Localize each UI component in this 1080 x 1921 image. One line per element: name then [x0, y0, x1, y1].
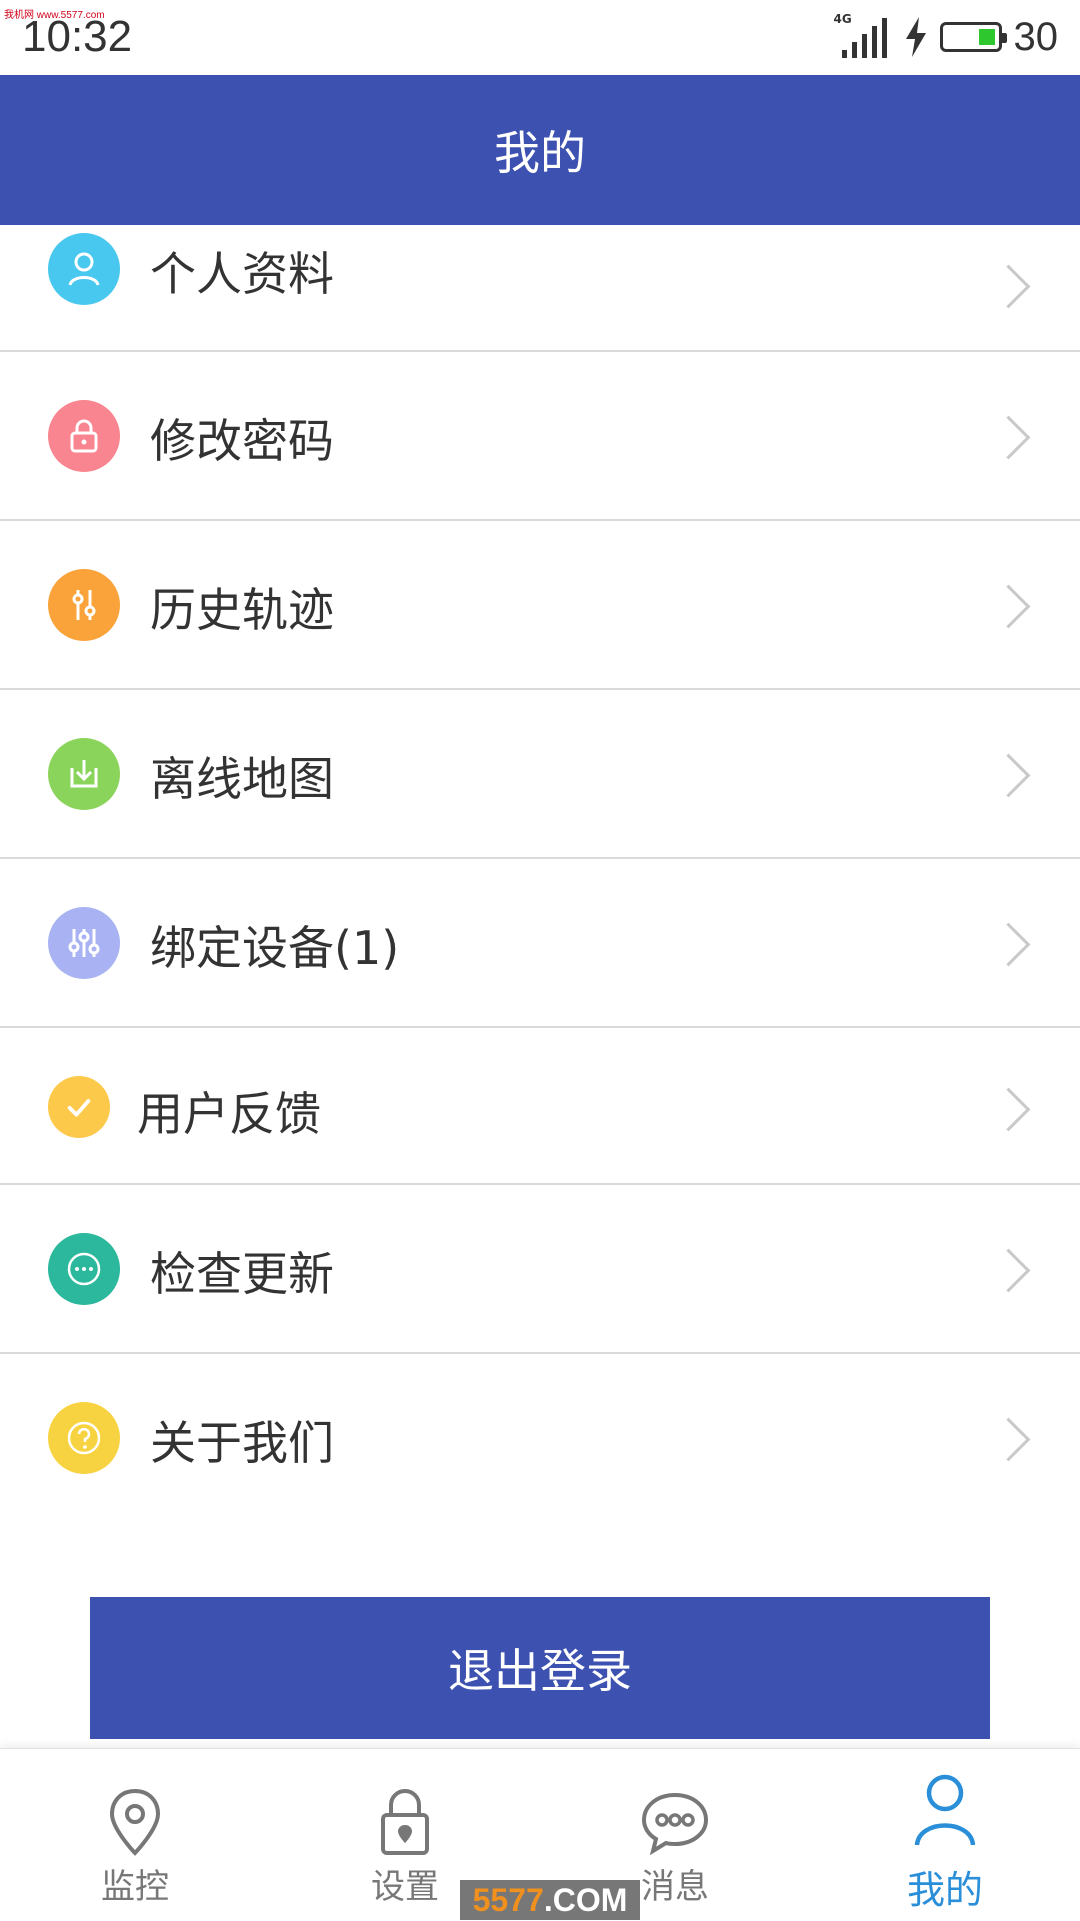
dots-circle-icon [48, 1233, 120, 1305]
chevron-right-icon [986, 1248, 1031, 1293]
network-type: 4G [833, 12, 852, 26]
chevron-right-icon [986, 922, 1031, 967]
menu-item-offline-map[interactable]: 离线地图 [0, 690, 1080, 859]
chat-bubble-icon [641, 1792, 709, 1856]
chevron-right-icon [986, 584, 1031, 629]
status-right: 4G 30 [834, 12, 1059, 60]
track-sliders-icon [48, 569, 120, 641]
tab-monitor[interactable]: 监控 [0, 1749, 270, 1921]
check-icon [48, 1076, 110, 1138]
menu-item-label: 绑定设备(1) [150, 921, 400, 975]
signal-icon: 4G [834, 12, 892, 58]
tab-mine[interactable]: 我的 [810, 1749, 1080, 1921]
menu-item-label: 离线地图 [150, 752, 334, 806]
logout-label: 退出登录 [448, 1644, 632, 1698]
chevron-right-icon [986, 753, 1031, 798]
tab-label: 我的 [906, 1868, 983, 1912]
app-header: 我的 [0, 75, 1080, 225]
status-bar: 我机网 www.5577.com 10:32 4G 30 [0, 0, 1080, 75]
battery-fill [978, 29, 995, 45]
question-icon [48, 1402, 120, 1474]
menu-item-label: 检查更新 [150, 1247, 334, 1301]
menu-item-about-us[interactable]: 关于我们 [0, 1354, 1080, 1523]
menu-item-bind-device[interactable]: 绑定设备(1) [0, 859, 1080, 1028]
lock-icon [48, 400, 120, 472]
device-sliders-icon [48, 907, 120, 979]
person-icon [914, 1774, 976, 1846]
menu-item-feedback[interactable]: 用户反馈 [0, 1028, 1080, 1185]
battery-level: 30 [1013, 14, 1059, 59]
menu-item-check-update[interactable]: 检查更新 [0, 1185, 1080, 1354]
chevron-right-icon [986, 264, 1031, 309]
location-pin-icon [109, 1788, 161, 1856]
menu-item-label: 历史轨迹 [150, 583, 334, 637]
watermark-logo: 5577 .COM [460, 1880, 640, 1920]
logout-button[interactable]: 退出登录 [90, 1597, 990, 1739]
menu-item-label: 用户反馈 [137, 1087, 321, 1141]
page-title: 我的 [494, 126, 586, 180]
user-icon [48, 233, 120, 305]
chevron-right-icon [986, 1087, 1031, 1132]
charging-icon [905, 17, 926, 57]
menu-item-history-track[interactable]: 历史轨迹 [0, 521, 1080, 690]
chevron-right-icon [986, 1417, 1031, 1462]
menu-item-label: 关于我们 [150, 1416, 334, 1470]
download-box-icon [48, 738, 120, 810]
battery-icon [939, 22, 1007, 52]
menu-item-label: 修改密码 [150, 414, 334, 468]
menu-item-profile[interactable]: 个人资料 [0, 225, 1080, 352]
status-time: 10:32 [22, 12, 133, 61]
tab-label: 监控 [101, 1867, 169, 1907]
lock-pin-icon [381, 1789, 429, 1855]
chevron-right-icon [986, 415, 1031, 460]
menu-item-change-password[interactable]: 修改密码 [0, 352, 1080, 521]
menu-item-label: 个人资料 [150, 247, 334, 301]
